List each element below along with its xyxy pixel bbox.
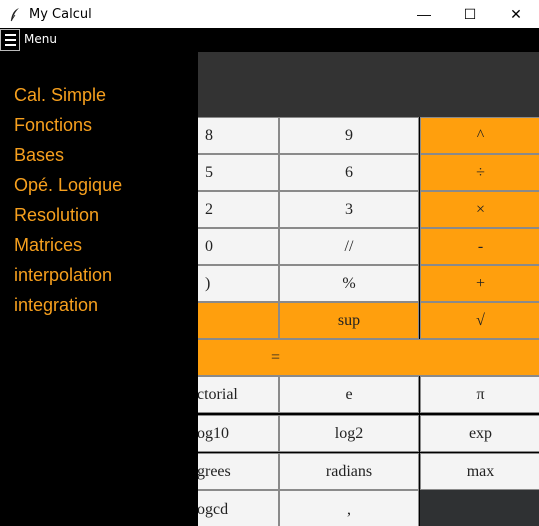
key-6[interactable]: 6	[279, 154, 419, 191]
close-icon: ✕	[510, 5, 522, 22]
minimize-button[interactable]: —	[401, 0, 447, 28]
key-factorial[interactable]: ctorial	[198, 376, 279, 413]
sidebar-item-interpolation[interactable]: interpolation	[14, 265, 112, 286]
key-comma[interactable]: ,	[279, 490, 419, 526]
sidebar-item-ope-logique[interactable]: Opé. Logique	[14, 175, 122, 196]
key-equals[interactable]: =	[198, 339, 539, 376]
key-2[interactable]: 2	[198, 191, 279, 228]
title-bar: My Calcul — ☐ ✕	[0, 0, 539, 28]
key-e[interactable]: e	[279, 376, 419, 413]
sidebar: Cal. Simple Fonctions Bases Opé. Logique…	[0, 52, 198, 526]
key-multiply[interactable]: ×	[420, 191, 539, 228]
key-max[interactable]: max	[420, 453, 539, 490]
key-minus[interactable]: -	[420, 228, 539, 265]
key-gcd[interactable]: ogcd	[198, 490, 279, 526]
key-plus[interactable]: +	[420, 265, 539, 302]
sidebar-item-resolution[interactable]: Resolution	[14, 205, 99, 226]
key-exp[interactable]: exp	[420, 415, 539, 452]
minimize-icon: —	[417, 6, 431, 22]
keypad: 8 9 ^ 5 6 ÷ 2 3 × 0 // - ) % + sup √ = c…	[198, 117, 539, 526]
key-radians[interactable]: radians	[279, 453, 419, 490]
key-divide[interactable]: ÷	[420, 154, 539, 191]
sidebar-item-cal-simple[interactable]: Cal. Simple	[14, 85, 106, 106]
menu-label[interactable]: Menu	[24, 32, 57, 46]
empty-slot	[420, 490, 539, 526]
menu-bar: Menu	[0, 28, 539, 52]
close-button[interactable]: ✕	[493, 0, 539, 28]
hamburger-icon	[4, 34, 16, 36]
sidebar-item-matrices[interactable]: Matrices	[14, 235, 82, 256]
sidebar-item-integration[interactable]: integration	[14, 295, 98, 316]
sidebar-item-bases[interactable]: Bases	[14, 145, 64, 166]
key-sqrt[interactable]: √	[420, 302, 539, 339]
key-9[interactable]: 9	[279, 117, 419, 154]
key-log10[interactable]: og10	[198, 415, 279, 452]
key-log2[interactable]: log2	[279, 415, 419, 452]
key-5[interactable]: 5	[198, 154, 279, 191]
window-controls: — ☐ ✕	[401, 0, 539, 28]
key-sup[interactable]: sup	[279, 302, 419, 339]
key-floor-divide[interactable]: //	[279, 228, 419, 265]
key-close-paren[interactable]: )	[198, 265, 279, 302]
key-blank-orange[interactable]	[198, 302, 279, 339]
feather-icon	[7, 6, 23, 22]
key-8[interactable]: 8	[198, 117, 279, 154]
sidebar-item-fonctions[interactable]: Fonctions	[14, 115, 92, 136]
window-title: My Calcul	[29, 6, 92, 22]
key-degrees[interactable]: grees	[198, 453, 279, 490]
key-modulo[interactable]: %	[279, 265, 419, 302]
hamburger-menu-button[interactable]	[0, 29, 20, 51]
key-pi[interactable]: π	[420, 376, 539, 413]
key-0[interactable]: 0	[198, 228, 279, 265]
maximize-icon: ☐	[463, 5, 477, 22]
key-power[interactable]: ^	[420, 117, 539, 154]
maximize-button[interactable]: ☐	[447, 0, 493, 28]
calculator-display	[198, 52, 539, 117]
key-3[interactable]: 3	[279, 191, 419, 228]
